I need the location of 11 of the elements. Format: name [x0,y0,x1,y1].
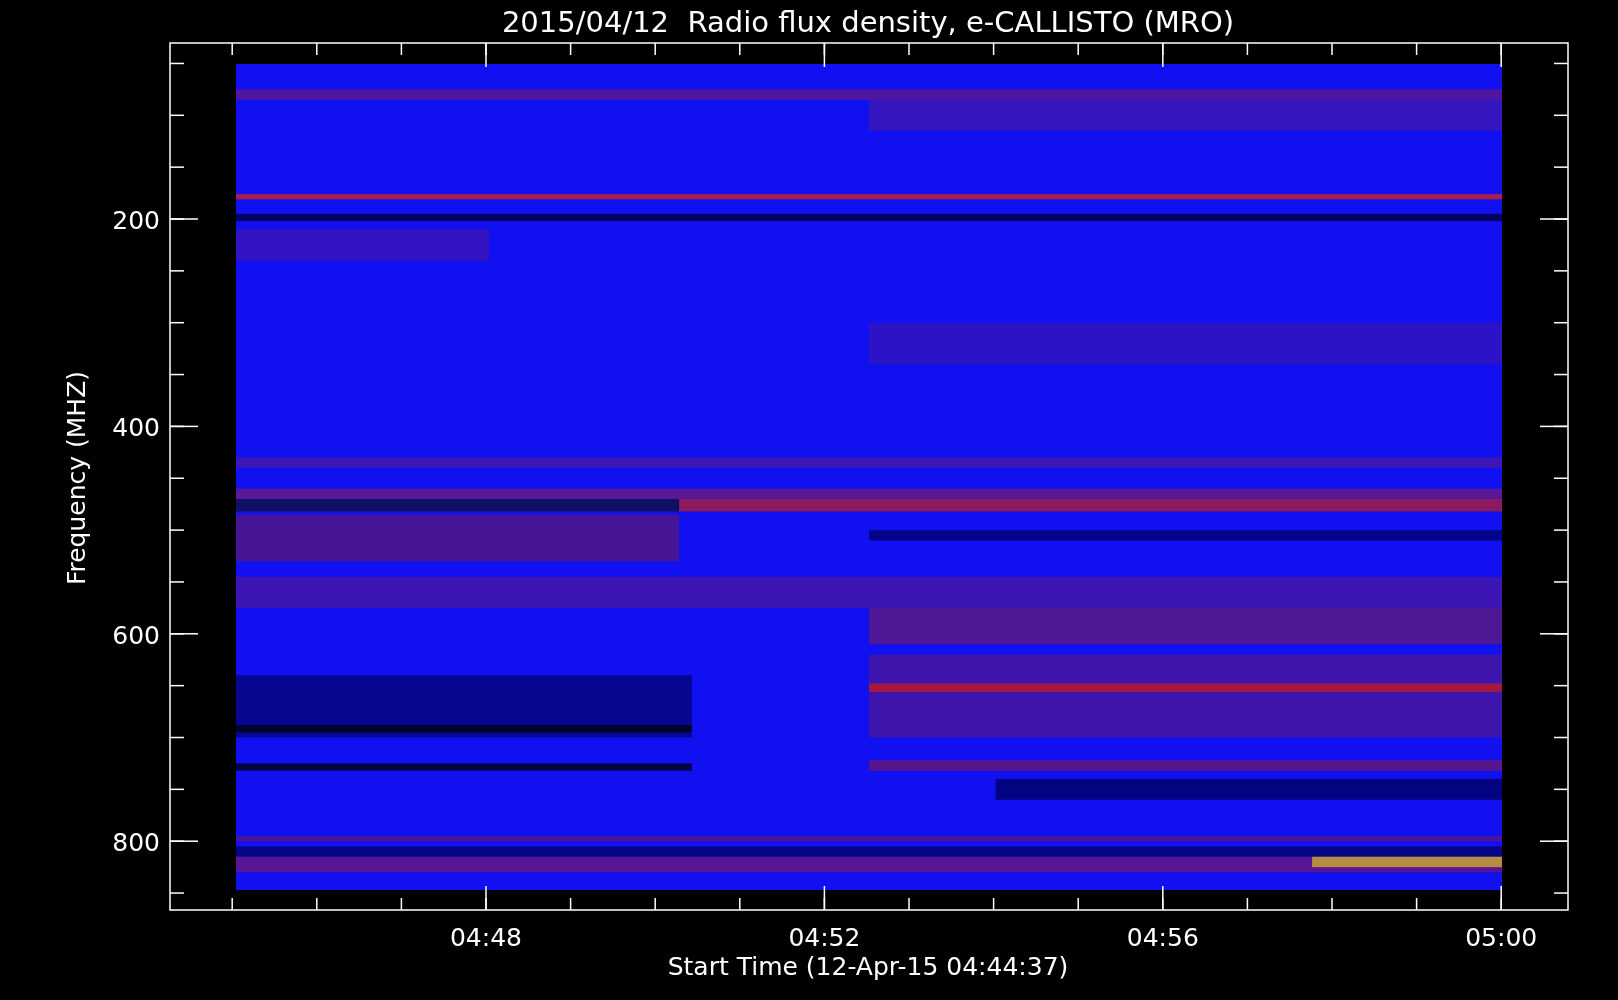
x-tick-label: 05:00 [1465,923,1538,952]
chart-title: 2015/04/12 Radio flux density, e-CALLISTO (MRO) [501,5,1235,39]
y-axis-label: Frequency (MHZ) [62,370,91,586]
x-tick-label: 04:48 [450,923,522,952]
x-axis-label: Start Time (12-Apr-15 04:44:37) [667,952,1069,981]
y-tick-label: 600 [112,620,160,650]
y-tick-label: 400 [112,413,160,443]
x-tick-label: 04:52 [788,923,861,952]
y-tick-label: 800 [112,828,160,858]
x-tick-label: 04:56 [1126,923,1199,952]
y-tick-label: 200 [112,206,160,235]
